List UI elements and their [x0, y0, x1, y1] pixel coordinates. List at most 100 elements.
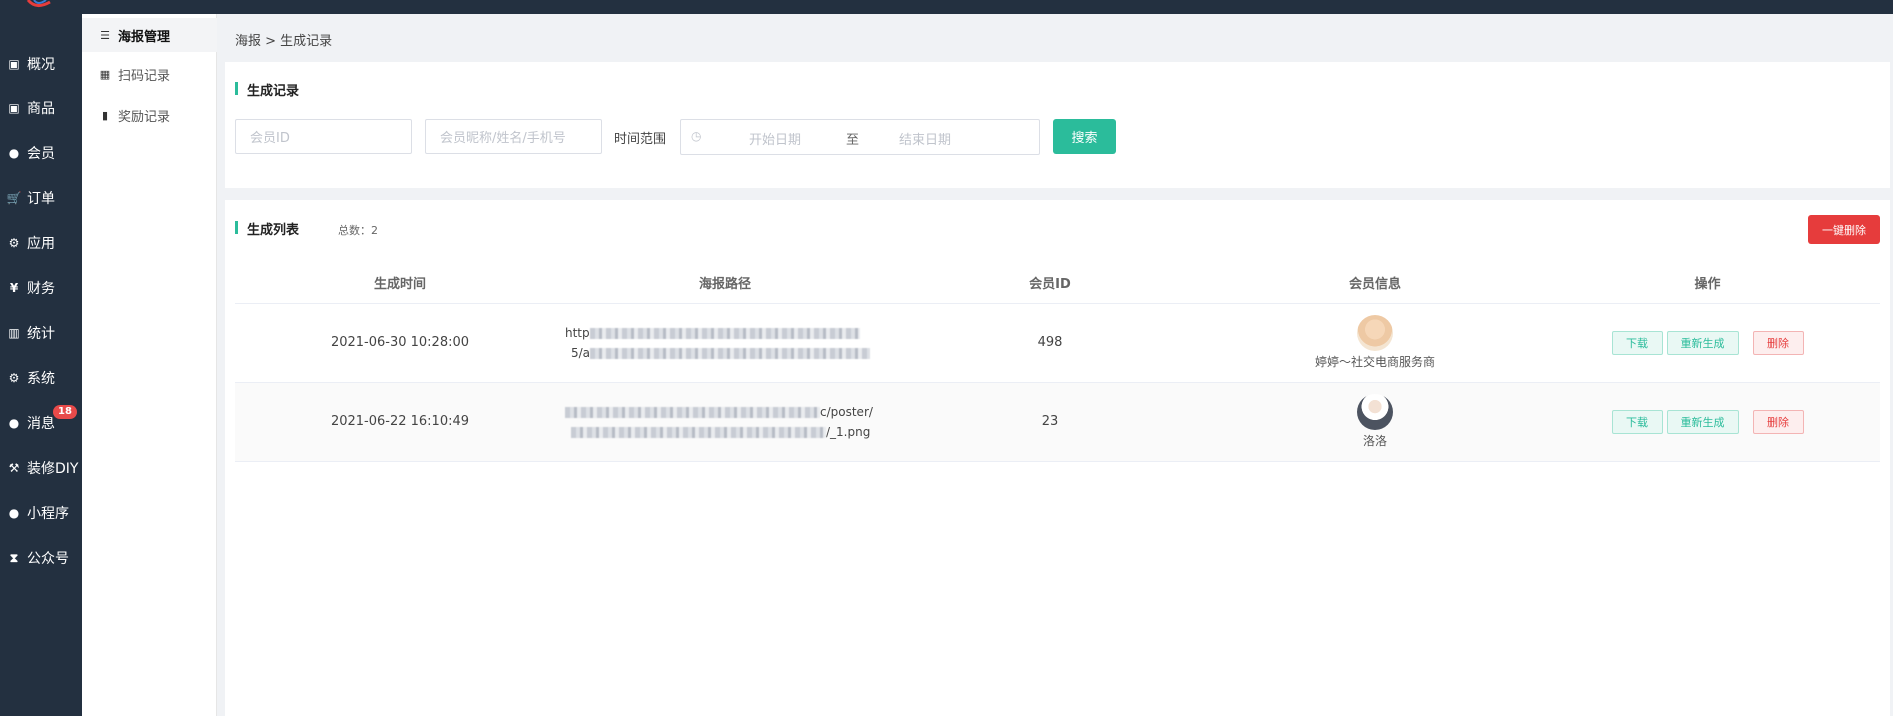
nav-item-label: 会员 — [27, 146, 55, 162]
member-name: 婷婷～社交电商服务商 — [1314, 355, 1435, 369]
nav-item-label: 财务 — [27, 281, 55, 297]
message-count-badge: 18 — [53, 405, 77, 419]
hammer-icon: ⚒ — [8, 461, 20, 475]
total-count: 总数：2 — [338, 224, 378, 237]
generated-time: 2021-06-30 10:28:00 — [235, 303, 565, 383]
redacted-text — [590, 347, 871, 359]
download-button[interactable]: 下载 — [1611, 409, 1663, 434]
regenerate-button[interactable]: 重新生成 — [1666, 409, 1739, 434]
nav-item-label: 概况 — [27, 57, 55, 73]
top-bar — [0, 0, 1893, 14]
nav-item-label: 装修DIY — [27, 461, 79, 477]
nav-item-finance[interactable]: ¥ 财务 — [0, 266, 82, 310]
nav-item-orders[interactable]: 🛒 订单 — [0, 176, 82, 220]
avatar — [1357, 394, 1393, 430]
date-range-picker[interactable]: ◷ 开始日期 至 结束日期 — [680, 119, 1040, 155]
logo[interactable] — [24, 0, 54, 14]
subnav-item-reward-records[interactable]: ▮ 奖励记录 — [82, 98, 217, 132]
filter-title: 生成记录 — [235, 80, 299, 99]
poster-path: c/poster/ /_1.png — [565, 382, 885, 462]
nav-item-label: 商品 — [27, 101, 55, 117]
subnav-item-label: 奖励记录 — [118, 109, 171, 125]
table-row: 2021-06-30 10:28:00 http 5/a 498 婷婷～社交电商… — [235, 303, 1880, 383]
range-separator: 至 — [846, 133, 860, 148]
list-panel: 生成列表 总数：2 一键删除 生成时间 海报路径 会员ID 会员信息 操作 20… — [225, 200, 1890, 716]
main-nav: ▣ 概况 ▣ 商品 ● 会员 🛒 订单 ⚙ 应用 ¥ 财务 ▥ 统计 ⚙ 系统 … — [0, 14, 82, 716]
nav-item-messages[interactable]: ● 消息 18 — [0, 401, 82, 445]
cart-icon: 🛒 — [6, 191, 22, 205]
wechat-icon: ● — [8, 506, 20, 520]
goods-icon: ▣ — [8, 101, 20, 115]
member-info-input[interactable]: 会员昵称/姓名/手机号 — [425, 119, 602, 154]
path-text: http — [565, 325, 590, 340]
bookmark-icon: ▮ — [101, 108, 109, 122]
generated-time: 2021-06-22 16:10:49 — [235, 382, 565, 462]
path-text: /_1.png — [826, 424, 871, 439]
subnav-item-label: 海报管理 — [118, 29, 171, 45]
nav-item-label: 小程序 — [27, 506, 69, 522]
member-info: 婷婷～社交电商服务商 — [1215, 303, 1535, 383]
regenerate-button[interactable]: 重新生成 — [1666, 330, 1739, 355]
search-button[interactable]: 搜索 — [1053, 119, 1116, 154]
nav-item-label: 消息 — [27, 416, 55, 432]
nav-item-label: 统计 — [27, 326, 55, 342]
end-date-input[interactable]: 结束日期 — [899, 129, 951, 148]
nav-item-label: 订单 — [27, 191, 55, 207]
chart-icon: ▥ — [8, 326, 20, 340]
nav-item-system[interactable]: ⚙ 系统 — [0, 356, 82, 400]
delete-button[interactable]: 删除 — [1752, 409, 1804, 434]
nav-item-apps[interactable]: ⚙ 应用 — [0, 221, 82, 265]
message-icon: ● — [8, 416, 20, 430]
nav-item-statistics[interactable]: ▥ 统计 — [0, 311, 82, 355]
subnav-item-poster-management[interactable]: ☰ 海报管理 — [82, 18, 217, 52]
path-text: 5/a — [571, 345, 591, 360]
path-text: c/poster/ — [820, 404, 873, 419]
member-name: 洛洛 — [1362, 434, 1387, 448]
filter-panel: 生成记录 会员ID 会员昵称/姓名/手机号 时间范围 ◷ 开始日期 至 结束日期… — [225, 62, 1890, 188]
users-icon: ● — [8, 146, 20, 160]
redacted-text — [571, 426, 826, 438]
records-table: 生成时间 海报路径 会员ID 会员信息 操作 2021-06-30 10:28:… — [235, 262, 1880, 462]
clock-icon: ◷ — [691, 129, 702, 143]
nav-item-overview[interactable]: ▣ 概况 — [0, 42, 82, 86]
redacted-text — [565, 406, 820, 418]
subnav-item-label: 扫码记录 — [118, 68, 171, 84]
list-icon: ☰ — [100, 28, 110, 42]
column-header: 会员ID — [885, 262, 1215, 304]
nav-item-label: 系统 — [27, 371, 55, 387]
subnav-item-scan-records[interactable]: ▦ 扫码记录 — [82, 57, 217, 91]
delete-all-button[interactable]: 一键删除 — [1808, 215, 1880, 244]
qrcode-icon: ▦ — [99, 67, 111, 81]
member-info: 洛洛 — [1215, 382, 1535, 462]
list-title: 生成列表 — [235, 219, 299, 238]
nav-item-diy[interactable]: ⚒ 装修DIY — [0, 446, 82, 490]
column-header: 会员信息 — [1215, 262, 1535, 304]
table-row: 2021-06-22 16:10:49 c/poster/ /_1.png 23… — [235, 382, 1880, 462]
start-date-input[interactable]: 开始日期 — [749, 129, 801, 148]
column-header: 操作 — [1535, 262, 1880, 304]
apps-icon: ⚙ — [8, 236, 20, 250]
nav-item-mini-program[interactable]: ● 小程序 — [0, 491, 82, 535]
member-id: 498 — [885, 303, 1215, 383]
column-header: 海报路径 — [565, 262, 885, 304]
member-id: 23 — [885, 382, 1215, 462]
nav-item-label: 公众号 — [27, 551, 69, 567]
download-button[interactable]: 下载 — [1611, 330, 1663, 355]
nav-item-label: 应用 — [27, 236, 55, 252]
nav-item-goods[interactable]: ▣ 商品 — [0, 86, 82, 130]
nav-item-members[interactable]: ● 会员 — [0, 131, 82, 175]
table-header: 生成时间 海报路径 会员ID 会员信息 操作 — [235, 262, 1880, 304]
nav-item-official-account[interactable]: ⧗ 公众号 — [0, 536, 82, 580]
sub-nav: ☰ 海报管理 ▦ 扫码记录 ▮ 奖励记录 — [82, 14, 217, 716]
dashboard-icon: ▣ — [8, 57, 20, 71]
row-actions: 下载 重新生成 删除 — [1535, 303, 1880, 383]
member-id-input[interactable]: 会员ID — [235, 119, 412, 154]
row-actions: 下载 重新生成 删除 — [1535, 382, 1880, 462]
hourglass-icon: ⧗ — [9, 550, 19, 565]
delete-button[interactable]: 删除 — [1752, 330, 1804, 355]
redacted-text — [589, 327, 860, 339]
avatar — [1357, 315, 1393, 351]
gears-icon: ⚙ — [8, 371, 20, 385]
yen-icon: ¥ — [9, 281, 19, 295]
breadcrumb: 海报 > 生成记录 — [235, 34, 333, 49]
